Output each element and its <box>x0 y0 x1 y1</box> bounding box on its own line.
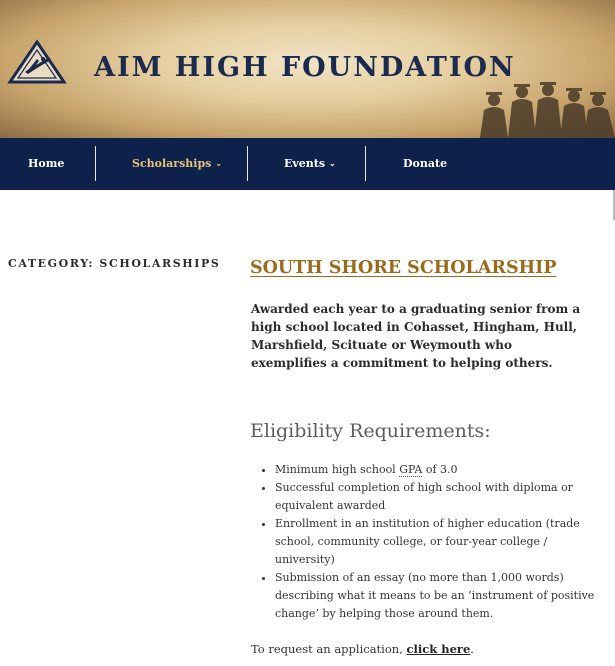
list-item: Enrollment in an institution of higher e… <box>275 515 595 569</box>
post-intro: Awarded each year to a graduating senior… <box>251 302 581 370</box>
nav-item-donate[interactable]: Donate <box>403 138 447 190</box>
nav-item-donate-label: Donate <box>403 157 448 170</box>
list-item: Minimum high school GPA of 3.0 <box>275 461 595 479</box>
request-suffix: . <box>470 642 474 656</box>
aim-high-logo-icon[interactable] <box>7 39 67 85</box>
requirement-gpa-prefix: Minimum high school <box>275 463 400 476</box>
chevron-down-icon: ⌄ <box>329 158 336 168</box>
request-application-text: To request an application, click here. <box>251 642 474 656</box>
requirements-list: Minimum high school GPA of 3.0 Successfu… <box>257 461 595 623</box>
main-nav: Home Scholarships ⌄ Events ⌄ Donate <box>0 138 615 190</box>
nav-item-home-label: Home <box>28 157 65 170</box>
nav-item-scholarships-label: Scholarships <box>132 157 212 170</box>
list-item: Submission of an essay (no more than 1,0… <box>275 569 595 623</box>
nav-divider <box>95 146 96 181</box>
request-prefix: To request an application, <box>251 642 407 656</box>
nav-item-events-label: Events <box>284 157 326 170</box>
post-title-link[interactable]: SOUTH SHORE SCHOLARSHIP <box>250 258 556 278</box>
nav-divider <box>365 146 366 181</box>
nav-item-events[interactable]: Events ⌄ <box>284 138 336 190</box>
click-here-link[interactable]: click here <box>407 642 471 656</box>
category-label: CATEGORY: SCHOLARSHIPS <box>8 257 221 270</box>
site-header: AIM HIGH FOUNDATION <box>0 0 615 138</box>
nav-item-home[interactable]: Home <box>28 138 64 190</box>
requirement-gpa-suffix: of 3.0 <box>422 463 458 476</box>
list-item: Successful completion of high school wit… <box>275 479 595 515</box>
graduates-silhouette-icon <box>480 82 615 138</box>
nav-item-scholarships[interactable]: Scholarships ⌄ <box>132 138 222 190</box>
chevron-down-icon: ⌄ <box>215 158 223 168</box>
eligibility-heading: Eligibility Requirements: <box>250 420 491 442</box>
site-title[interactable]: AIM HIGH FOUNDATION <box>94 52 516 83</box>
gpa-abbr[interactable]: GPA <box>399 463 423 477</box>
nav-divider <box>247 146 248 181</box>
